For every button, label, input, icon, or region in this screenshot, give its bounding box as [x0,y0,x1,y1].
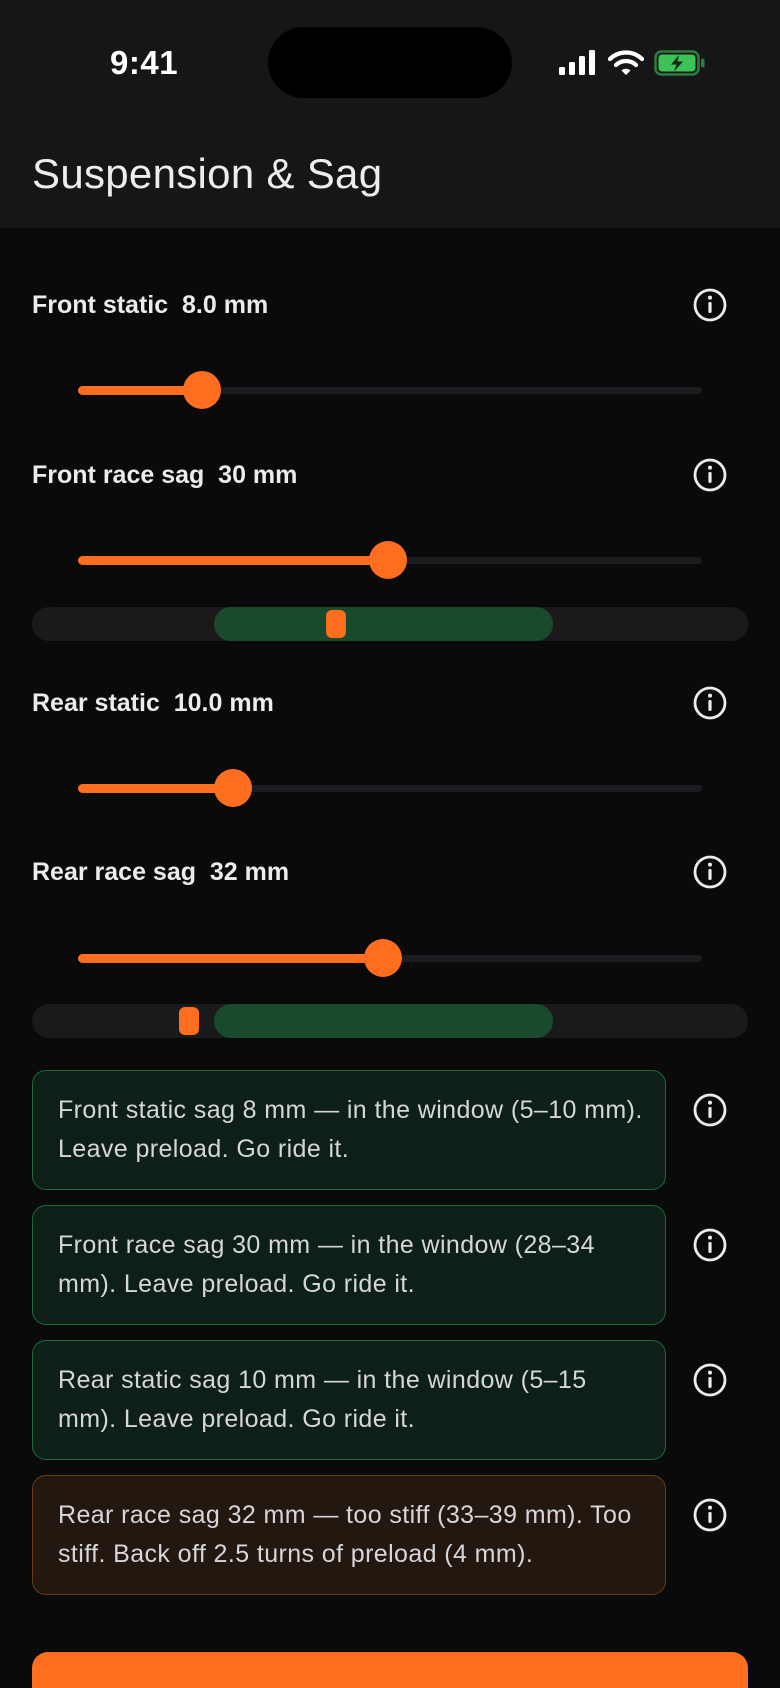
front-race-sag-slider[interactable] [78,540,702,580]
target-window [213,607,554,641]
rear-race-sag-label: Rear race sag 32 mm [32,858,290,886]
front-static-slider[interactable] [78,370,702,410]
info-icon[interactable] [692,685,728,721]
rear-race-sag-slider[interactable] [78,938,702,978]
front-race-sag-advice-card: Front race sag 30 mm — in the window (28… [32,1205,666,1325]
info-icon[interactable] [692,854,728,890]
rear-static-label: Rear static 10.0 mm [32,689,274,717]
front-race-sag-gauge [32,607,748,641]
slider-thumb[interactable] [213,769,252,807]
info-icon[interactable] [692,1497,728,1533]
info-icon[interactable] [692,1092,728,1128]
slider-thumb[interactable] [369,541,408,579]
page-title: Suspension & Sag [32,150,383,197]
front-static-advice-card: Front static sag 8 mm — in the window (5… [32,1070,666,1190]
info-icon[interactable] [692,1362,728,1398]
slider-thumb[interactable] [363,939,402,977]
info-icon[interactable] [692,287,728,323]
primary-action-button[interactable] [32,1652,748,1688]
slider-fill [78,954,383,963]
top-bar: 9:41 Suspension & Sag [0,0,780,228]
rear-race-sag-gauge [32,1004,748,1038]
current-sag-marker [178,1007,199,1035]
front-race-sag-label: Front race sag 30 mm [32,461,298,489]
slider-thumb[interactable] [182,371,221,409]
rear-race-sag-advice-card: Rear race sag 32 mm — too stiff (33–39 m… [32,1475,666,1595]
app-screen: 9:41 Suspension & Sag Front static 8.0 m… [0,0,780,1688]
battery-charging-icon [654,50,705,76]
dynamic-island [268,27,512,98]
slider-fill [78,784,233,793]
cellular-signal-icon [559,50,595,75]
front-static-label: Front static 8.0 mm [32,291,269,319]
wifi-icon [608,50,644,75]
slider-fill [78,556,389,565]
status-icons [558,48,706,78]
info-icon[interactable] [692,457,728,493]
rear-static-advice-card: Rear static sag 10 mm — in the window (5… [32,1340,666,1460]
rear-static-slider[interactable] [78,768,702,808]
current-sag-marker [326,610,347,638]
info-icon[interactable] [692,1227,728,1263]
status-time: 9:41 [110,44,179,81]
target-window [213,1004,554,1038]
